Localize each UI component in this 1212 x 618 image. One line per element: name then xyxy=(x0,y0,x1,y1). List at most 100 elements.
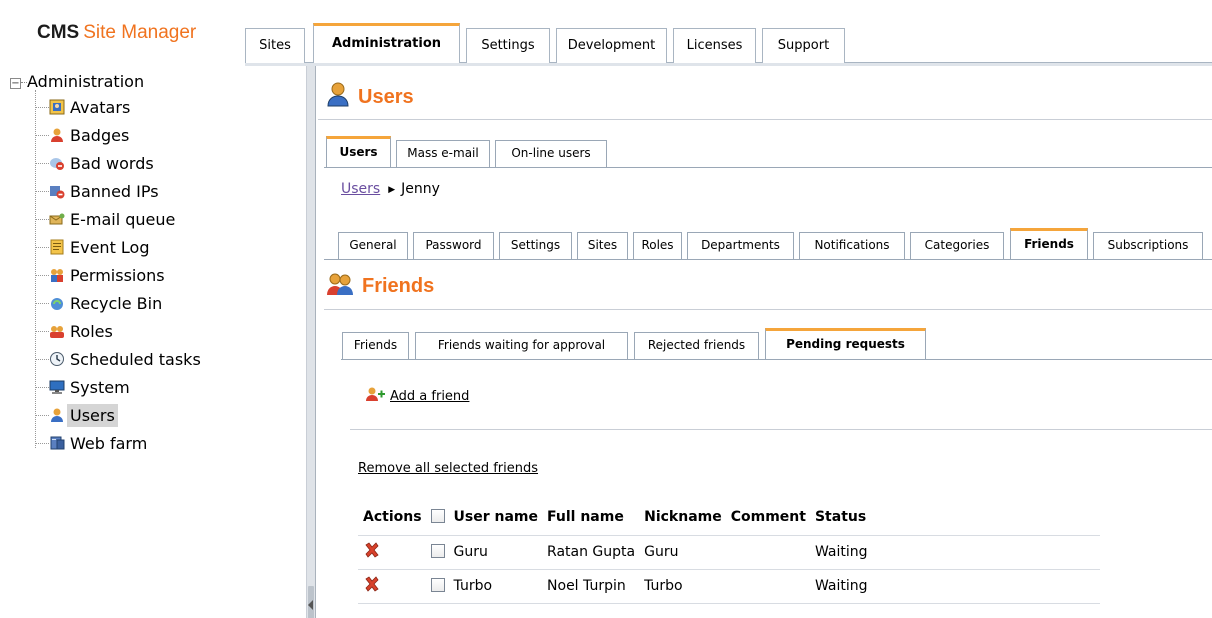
tree-panel: − Administration Avatars Badges Bad words… xyxy=(0,66,307,618)
cell-status: Waiting xyxy=(809,535,1100,570)
cell-full-name: Ratan Gupta xyxy=(542,535,640,570)
tab-users[interactable]: Users xyxy=(326,136,391,167)
delete-icon[interactable] xyxy=(363,575,381,593)
top-tab-licenses[interactable]: Licenses xyxy=(673,28,756,63)
user-icon xyxy=(51,408,63,422)
tab-sites[interactable]: Sites xyxy=(577,232,628,259)
tab-mass-email[interactable]: Mass e-mail xyxy=(396,140,490,167)
tree-item-label: Banned IPs xyxy=(70,182,159,201)
breadcrumb-arrow-icon: ▶ xyxy=(388,185,396,195)
col-user-name[interactable]: User name xyxy=(448,499,543,536)
header: CMS Site Manager Sites Administration Set… xyxy=(0,0,1212,66)
add-friend-action[interactable]: Add a friend xyxy=(366,386,469,404)
breadcrumb-current: Jenny xyxy=(401,181,440,197)
tree-item-label: System xyxy=(70,378,130,397)
cell-user-name: Guru xyxy=(448,535,543,570)
breadcrumb-users-link[interactable]: Users xyxy=(341,181,380,197)
tree-item-avatars[interactable]: Avatars xyxy=(35,94,133,122)
tree-item-users[interactable]: Users xyxy=(35,402,118,430)
select-all-checkbox[interactable] xyxy=(430,508,445,523)
breadcrumb: Users ▶ Jenny xyxy=(341,181,440,197)
roles-icon xyxy=(50,326,64,338)
banned-ip-icon xyxy=(50,186,65,199)
divider xyxy=(318,119,1212,120)
tab-friends-list[interactable]: Friends xyxy=(342,332,409,359)
clock-icon xyxy=(50,352,64,366)
tree-item-label: Users xyxy=(67,404,118,427)
tree-item-web-farm[interactable]: Web farm xyxy=(35,430,150,458)
user-tab-bar: General Password Settings Sites Roles De… xyxy=(324,226,1212,260)
tree-item-label: Scheduled tasks xyxy=(70,350,201,369)
section-title: Friends xyxy=(326,272,434,300)
delete-icon[interactable] xyxy=(363,541,381,559)
cell-nickname: Guru xyxy=(639,535,726,570)
tree-item-roles[interactable]: Roles xyxy=(35,318,116,346)
tree-item-system[interactable]: System xyxy=(35,374,133,402)
tree-root-label: Administration xyxy=(27,72,145,91)
row-checkbox[interactable] xyxy=(430,544,445,558)
tab-password[interactable]: Password xyxy=(413,232,494,259)
add-friend-link[interactable]: Add a friend xyxy=(390,389,469,404)
page-title: Users xyxy=(326,81,414,109)
page-title-text: Users xyxy=(358,86,414,108)
row-checkbox[interactable] xyxy=(430,578,445,592)
col-comment[interactable]: Comment xyxy=(725,499,810,536)
col-actions: Actions xyxy=(358,499,426,536)
cell-comment xyxy=(725,535,810,570)
tab-subscriptions[interactable]: Subscriptions xyxy=(1093,232,1203,259)
tree-item-recycle-bin[interactable]: Recycle Bin xyxy=(35,290,165,318)
col-full-name[interactable]: Full name xyxy=(542,499,640,536)
tab-rejected-friends[interactable]: Rejected friends xyxy=(634,332,759,359)
tree-item-label: Badges xyxy=(70,126,130,145)
tab-categories[interactable]: Categories xyxy=(910,232,1004,259)
tree-item-label: Avatars xyxy=(70,98,131,117)
top-tab-sites[interactable]: Sites xyxy=(245,28,305,63)
permissions-icon xyxy=(51,269,63,282)
table-row: Turbo Noel Turpin Turbo Waiting xyxy=(358,569,1100,604)
tree-item-label: Permissions xyxy=(70,266,165,285)
tree-item-scheduled-tasks[interactable]: Scheduled tasks xyxy=(35,346,204,374)
tree-item-permissions[interactable]: Permissions xyxy=(35,262,168,290)
tree-item-label: Bad words xyxy=(70,154,154,173)
remove-selected-link[interactable]: Remove all selected friends xyxy=(358,461,538,476)
tab-notifications[interactable]: Notifications xyxy=(799,232,905,259)
pane-splitter[interactable] xyxy=(307,66,316,618)
top-tab-settings[interactable]: Settings xyxy=(466,28,550,63)
tree-item-label: Event Log xyxy=(70,238,150,257)
tree-item-banned-ips[interactable]: Banned IPs xyxy=(35,178,162,206)
tree-item-email-queue[interactable]: E-mail queue xyxy=(35,206,178,234)
tree-item-event-log[interactable]: Event Log xyxy=(35,234,153,262)
cell-nickname: Turbo xyxy=(639,569,726,604)
tab-friends-waiting[interactable]: Friends waiting for approval xyxy=(415,332,628,359)
top-tab-support[interactable]: Support xyxy=(762,28,845,63)
table-row: Guru Ratan Gupta Guru Waiting xyxy=(358,535,1100,570)
collapse-pane-handle[interactable] xyxy=(308,586,314,618)
tree-root-administration[interactable]: − Administration xyxy=(10,72,144,91)
tab-departments[interactable]: Departments xyxy=(687,232,794,259)
tree-item-badges[interactable]: Badges xyxy=(35,122,132,150)
col-nickname[interactable]: Nickname xyxy=(639,499,726,536)
tab-friends[interactable]: Friends xyxy=(1010,228,1088,259)
tab-general[interactable]: General xyxy=(338,232,408,259)
logo-cms: CMS xyxy=(37,22,80,43)
col-status[interactable]: Status xyxy=(809,499,1100,536)
section-title-text: Friends xyxy=(362,275,435,297)
tab-online-users[interactable]: On-line users xyxy=(495,140,607,167)
bad-words-icon xyxy=(50,158,64,170)
tree-item-label: Roles xyxy=(70,322,113,341)
tab-pending-requests[interactable]: Pending requests xyxy=(765,328,926,359)
tab-settings[interactable]: Settings xyxy=(499,232,572,259)
tab-roles[interactable]: Roles xyxy=(633,232,682,259)
tree-item-bad-words[interactable]: Bad words xyxy=(35,150,157,178)
avatar-icon xyxy=(49,99,65,115)
row-actions xyxy=(358,535,426,570)
top-tab-development[interactable]: Development xyxy=(556,28,667,63)
top-tab-administration[interactable]: Administration xyxy=(313,23,460,63)
monitor-icon xyxy=(49,380,65,394)
collapse-icon[interactable]: − xyxy=(10,78,21,89)
remove-selected-action[interactable]: Remove all selected friends xyxy=(358,461,538,476)
app-logo: CMS Site Manager xyxy=(37,22,196,44)
cell-comment xyxy=(725,569,810,604)
badge-icon xyxy=(51,128,63,142)
users-subtab-bar: Users Mass e-mail On-line users xyxy=(324,133,1212,168)
